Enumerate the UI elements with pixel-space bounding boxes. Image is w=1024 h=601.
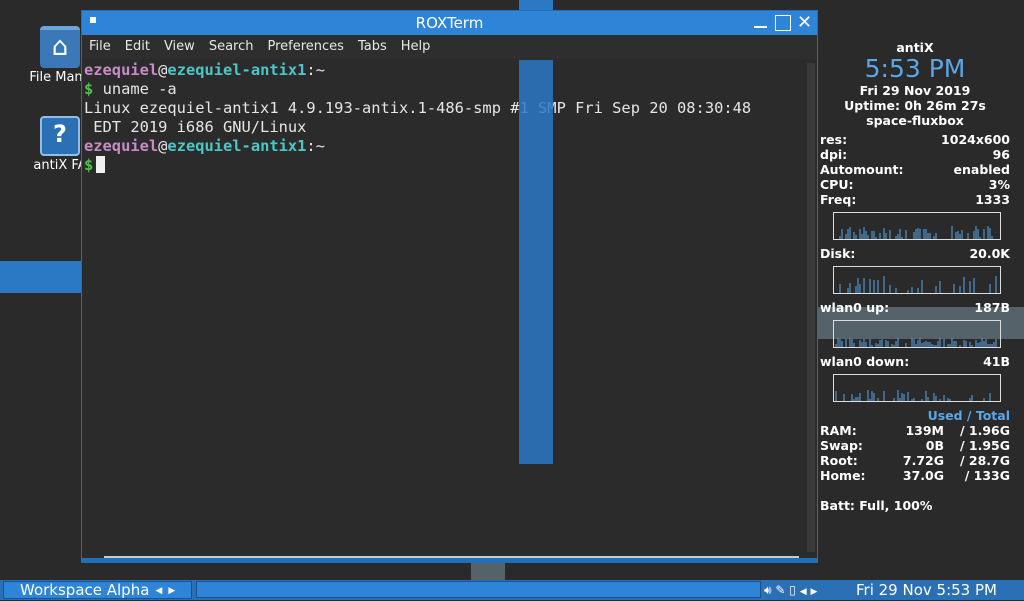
help-icon <box>40 116 80 156</box>
usage-total: / 1.95G <box>959 438 1010 453</box>
terminal-output[interactable]: ezequiel@ezequiel-antix1:~ $ uname -a Li… <box>82 59 803 554</box>
stat-value: 3% <box>988 177 1010 192</box>
stat-label: Disk: <box>820 246 856 261</box>
prompt-user: ezequiel <box>84 61 159 79</box>
stat-label: wlan0 up: <box>820 300 890 315</box>
next-workspace-icon[interactable]: ▶ <box>168 586 175 596</box>
edit-icon[interactable]: ✎ <box>775 583 785 597</box>
usage-label: RAM: <box>820 423 857 438</box>
usage-label: Root: <box>820 453 858 468</box>
stat-label: Freq: <box>820 192 857 207</box>
command-text: uname -a <box>102 80 177 98</box>
usage-used: 0B <box>925 438 944 453</box>
window-title: ROXTerm <box>415 14 484 32</box>
wallpaper-bar <box>519 0 553 10</box>
stat-label: dpi: <box>820 147 848 162</box>
menu-tabs[interactable]: Tabs <box>351 35 394 54</box>
wlan-down-graph <box>833 374 1001 402</box>
conky-stat: CPU: 3% <box>820 177 1010 192</box>
stat-value: 1024x600 <box>941 132 1010 147</box>
menu-file[interactable]: File <box>82 35 118 54</box>
output-line: EDT 2019 i686 GNU/Linux <box>84 118 307 136</box>
conky-hostname: antiX <box>896 40 934 55</box>
prompt-symbol: $ <box>84 156 94 174</box>
terminal-window[interactable]: ROXTerm ✕ File Edit View Search Preferences T… <box>81 10 818 563</box>
stat-value: 96 <box>992 147 1010 162</box>
conky-stat: Freq: 1333 <box>820 192 1010 207</box>
usage-label: Swap: <box>820 438 863 453</box>
output-line: Linux ezequiel-antix1 4.9.193-antix.1-48… <box>84 99 752 117</box>
wlan-up-graph <box>833 320 1001 348</box>
stat-value: 41B <box>983 354 1010 369</box>
volume-icon[interactable]: 🔊︎ <box>764 583 772 597</box>
prompt-path: :~ <box>306 61 325 79</box>
taskbar-clock[interactable]: Fri 29 Nov 5:53 PM <box>856 581 997 599</box>
usage-used: 7.72G <box>902 453 944 468</box>
wallpaper-bar <box>519 60 553 464</box>
stat-label: wlan0 down: <box>820 354 910 369</box>
taskbar: Workspace Alpha ◀ ▶ 🔊︎ ✎ ▯ ◀ ▶ Fri 29 Nov … <box>0 580 1024 600</box>
maximize-icon[interactable] <box>775 15 791 31</box>
usage-row: Root: 7.72G / 28.7G <box>820 453 1010 468</box>
cpu-graph <box>833 212 1001 240</box>
usage-label: Home: <box>820 468 866 483</box>
menu-preferences[interactable]: Preferences <box>260 35 350 54</box>
text-cursor <box>96 156 106 173</box>
conky-stat: wlan0 down: 41B <box>820 354 1010 369</box>
conky-stat: res: 1024x600 <box>820 132 1010 147</box>
menu-view[interactable]: View <box>157 35 202 54</box>
close-icon[interactable]: ✕ <box>796 14 813 32</box>
conky-stat: dpi: 96 <box>820 147 1010 162</box>
conky-uptime: Uptime: 0h 26m 27s <box>844 98 986 113</box>
usage-total: / 133G <box>964 468 1010 483</box>
workspace-switcher[interactable]: Workspace Alpha ◀ ▶ <box>3 581 192 599</box>
menu-help[interactable]: Help <box>394 35 438 54</box>
battery-status: Batt: Full, 100% <box>820 498 933 513</box>
conky-date: Fri 29 Nov 2019 <box>859 83 971 98</box>
stat-value: 187B <box>974 300 1010 315</box>
conky-clock: 5:53 PM <box>864 54 966 83</box>
usage-total: / 1.96G <box>959 423 1010 438</box>
tray-next-icon[interactable]: ▶ <box>810 587 817 597</box>
tray-prev-icon[interactable]: ◀ <box>800 587 807 597</box>
usage-row: Home: 37.0G / 133G <box>820 468 1010 483</box>
stat-label: res: <box>820 132 848 147</box>
system-tray: 🔊︎ ✎ ▯ ◀ ▶ <box>764 581 817 601</box>
stat-label: Automount: <box>820 162 904 177</box>
conky-panel: antiX 5:53 PM Fri 29 Nov 2019 Uptime: 0h… <box>820 40 1010 513</box>
stat-value: enabled <box>953 162 1010 177</box>
usage-row: Swap: 0B / 1.95G <box>820 438 1010 453</box>
usage-used: 37.0G <box>902 468 944 483</box>
menubar: File Edit View Search Preferences Tabs Help <box>82 35 817 59</box>
minimize-icon[interactable] <box>752 14 769 31</box>
usage-header: Used / Total <box>927 408 1010 423</box>
vertical-scrollbar[interactable] <box>807 63 815 552</box>
window-border <box>82 558 817 562</box>
stat-value: 1333 <box>975 192 1010 207</box>
stat-label: CPU: <box>820 177 854 192</box>
conky-stat: Disk: 20.0K <box>820 246 1010 261</box>
menu-edit[interactable]: Edit <box>118 35 157 54</box>
menu-search[interactable]: Search <box>202 35 261 54</box>
disk-graph <box>833 266 1001 294</box>
conky-stat: Automount: enabled <box>820 162 1010 177</box>
prev-workspace-icon[interactable]: ◀ <box>155 586 162 596</box>
prompt-path: :~ <box>306 137 325 155</box>
folder-home-icon <box>40 26 80 68</box>
task-list[interactable] <box>196 581 761 598</box>
prompt-user: ezequiel <box>84 137 159 155</box>
prompt-host: ezequiel-antix1 <box>167 61 307 79</box>
clipboard-icon[interactable]: ▯ <box>789 583 796 597</box>
window-titlebar[interactable]: ROXTerm ✕ <box>82 11 817 35</box>
prompt-host: ezequiel-antix1 <box>167 137 307 155</box>
workspace-name: Workspace Alpha <box>20 581 150 599</box>
prompt-symbol: $ <box>84 80 94 98</box>
usage-total: / 28.7G <box>959 453 1010 468</box>
usage-row: RAM: 139M / 1.96G <box>820 423 1010 438</box>
conky-wm: space-fluxbox <box>866 113 964 128</box>
stat-value: 20.0K <box>969 246 1010 261</box>
usage-used: 139M <box>905 423 944 438</box>
conky-stat: wlan0 up: 187B <box>820 300 1010 315</box>
